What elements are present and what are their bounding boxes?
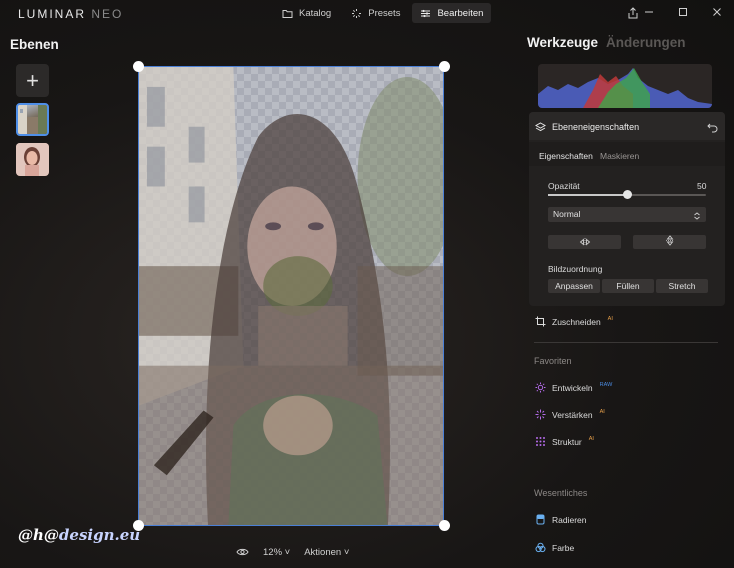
tool-color-label: Farbe — [552, 542, 575, 553]
chevron-down-icon: ˅ — [341, 546, 350, 558]
layer-properties-title: Ebeneneigenschaften — [552, 122, 640, 132]
window-controls — [632, 0, 734, 24]
nav-edit[interactable]: Bearbeiten — [412, 3, 492, 23]
opacity-value: 50 — [697, 181, 707, 191]
actions-label: Aktionen — [304, 546, 342, 558]
structure-icon — [535, 436, 546, 447]
image-fit-label: Bildzuordnung — [548, 264, 603, 274]
zoom-dropdown[interactable]: 12% ˅ — [263, 547, 290, 558]
layers-title: Ebenen — [10, 37, 59, 52]
ai-badge: AI — [607, 315, 613, 322]
nav-catalog[interactable]: Katalog — [274, 3, 339, 23]
opacity-label: Opazität — [548, 181, 580, 191]
flip-horizontal-button[interactable] — [548, 235, 621, 249]
reset-icon[interactable] — [707, 120, 718, 133]
minimize-button[interactable] — [632, 0, 666, 24]
tab-mask[interactable]: Maskieren — [600, 151, 639, 161]
layer-properties-header[interactable]: Ebeneneigenschaften — [529, 112, 725, 140]
zoom-value: 12% — [263, 546, 283, 558]
layers-icon — [534, 120, 547, 132]
sliders-icon — [420, 8, 431, 19]
tool-crop-label: Zuschneiden — [552, 316, 601, 327]
essentials-title: Wesentliches — [534, 488, 588, 498]
tool-erase[interactable]: Radieren — [535, 514, 587, 525]
histogram-graph — [538, 68, 712, 108]
changes-tab[interactable]: Änderungen — [606, 35, 686, 50]
blend-mode-value: Normal — [553, 209, 581, 219]
layer-properties-panel: Ebeneneigenschaften Eigenschaften Maskie… — [529, 112, 725, 306]
divider — [534, 342, 718, 343]
transform-handle-bottom-right[interactable] — [439, 520, 450, 531]
title-bar: LUMINAR NEO Katalog Presets Bearbeiten — [0, 0, 734, 26]
tab-properties[interactable]: Eigenschaften — [539, 151, 593, 161]
transform-handle-top-left[interactable] — [133, 61, 144, 72]
presets-icon — [351, 8, 362, 19]
favorites-title: Favoriten — [534, 356, 572, 366]
ai-badge: AI — [588, 435, 594, 442]
raw-badge: RAW — [599, 381, 613, 388]
transform-handle-top-right[interactable] — [439, 61, 450, 72]
tool-enhance-label: Verstärken — [552, 409, 593, 420]
color-icon — [535, 542, 546, 553]
nav-catalog-label: Katalog — [299, 7, 332, 19]
crop-icon — [535, 316, 546, 327]
opacity-slider-fill — [548, 194, 627, 196]
tool-develop[interactable]: Entwickeln RAW — [535, 382, 612, 393]
tool-enhance[interactable]: Verstärken AI — [535, 409, 605, 420]
watermark-prefix: @h@ — [18, 526, 59, 544]
sparkle-icon — [535, 409, 546, 420]
blend-mode-select[interactable]: Normal — [548, 207, 706, 222]
layer-thumbnail-street[interactable] — [16, 103, 49, 136]
nav-presets-label: Presets — [368, 7, 401, 19]
folder-icon — [282, 8, 293, 19]
stretch-button[interactable]: Stretch — [656, 279, 708, 293]
nav-edit-label: Bearbeiten — [437, 7, 484, 19]
tool-erase-label: Radieren — [552, 514, 587, 525]
layer-thumbnail-portrait[interactable] — [16, 143, 49, 176]
fill-button[interactable]: Füllen — [602, 279, 654, 293]
tool-color[interactable]: Farbe — [535, 542, 574, 553]
maximize-button[interactable] — [666, 0, 700, 24]
street-photo-thumb — [18, 105, 47, 134]
chevron-updown-icon — [693, 210, 701, 220]
app-logo: LUMINAR NEO — [18, 7, 123, 21]
tool-structure-label: Struktur — [552, 436, 582, 447]
eye-icon[interactable] — [236, 547, 249, 557]
opacity-slider-knob[interactable] — [622, 190, 632, 199]
tools-tab[interactable]: Werkzeuge — [527, 35, 598, 50]
close-button[interactable] — [700, 0, 734, 24]
add-layer-button[interactable]: + — [16, 64, 49, 97]
layer-properties-tabs: Eigenschaften Maskieren — [529, 142, 725, 166]
logo-neo: NEO — [91, 7, 124, 21]
app-window: LUMINAR NEO Katalog Presets Bearbeiten E… — [0, 0, 734, 568]
logo-main: LUMINAR — [18, 7, 87, 21]
chevron-down-icon: ˅ — [282, 546, 291, 558]
flip-vertical-button[interactable] — [633, 235, 706, 249]
watermark: @h@design.eu — [18, 526, 140, 544]
composite-photo — [139, 67, 443, 525]
ai-badge: AI — [599, 408, 605, 415]
histogram — [538, 64, 712, 108]
image-canvas[interactable] — [138, 66, 444, 526]
actions-dropdown[interactable]: Aktionen ˅ — [304, 547, 349, 558]
sun-icon — [535, 382, 546, 393]
fit-button[interactable]: Anpassen — [548, 279, 600, 293]
nav-presets[interactable]: Presets — [343, 3, 408, 23]
watermark-suffix: design.eu — [58, 526, 141, 544]
flip-horizontal-icon — [579, 233, 591, 251]
main-nav: Katalog Presets Bearbeiten — [274, 3, 492, 23]
tool-structure[interactable]: Struktur AI — [535, 436, 594, 447]
canvas-toolbar: 12% ˅ Aktionen ˅ — [236, 544, 349, 560]
flip-vertical-icon — [665, 233, 674, 251]
portrait-photo-thumb — [16, 143, 49, 176]
eraser-icon — [535, 514, 546, 525]
tool-crop[interactable]: Zuschneiden AI — [535, 316, 613, 327]
tool-develop-label: Entwickeln — [552, 382, 593, 393]
